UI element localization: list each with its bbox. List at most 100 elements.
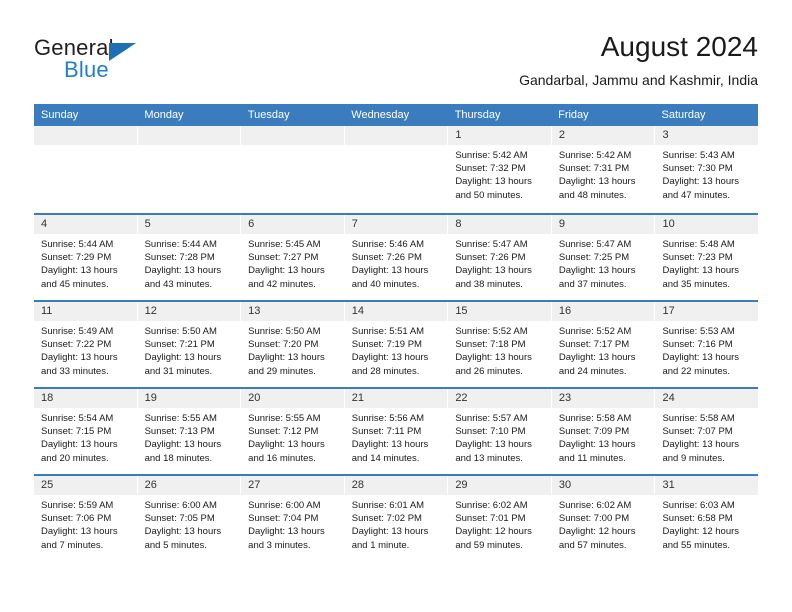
daylight-line-1: Daylight: 13 hours (41, 439, 118, 451)
calendar-day-cell[interactable]: 24 Sunrise: 5:58 AM Sunset: 7:07 PM Dayligh… (655, 389, 759, 474)
sunrise-line: Sunrise: 5:56 AM (351, 413, 425, 424)
day-number: 15 (448, 302, 551, 321)
calendar-day-cell[interactable]: 23 Sunrise: 5:58 AM Sunset: 7:09 PM Dayligh… (551, 389, 656, 474)
calendar-day-cell[interactable]: 18 Sunrise: 5:54 AM Sunset: 7:15 PM Dayligh… (34, 389, 138, 474)
calendar-day-cell[interactable]: 7 Sunrise: 5:46 AM Sunset: 7:26 PM Daylight… (344, 215, 449, 300)
calendar-day-cell[interactable]: 1 Sunrise: 5:42 AM Sunset: 7:32 PM Daylight… (448, 126, 552, 213)
sunset-line: Sunset: 7:15 PM (41, 426, 112, 438)
sunrise-line: Sunrise: 5:45 AM (248, 239, 321, 250)
calendar-day-cell[interactable]: 14 Sunrise: 5:51 AM Sunset: 7:19 PM Dayligh… (344, 302, 449, 387)
sunset-line: Sunset: 7:32 PM (455, 163, 526, 175)
calendar-day-cell[interactable]: 6 Sunrise: 5:45 AM Sunset: 7:27 PM Daylight… (241, 215, 345, 300)
daylight-line-1: Daylight: 13 hours (144, 439, 222, 451)
daylight-line-2: and 24 minutes. (558, 365, 627, 377)
day-number: 3 (655, 126, 759, 145)
calendar-day-cell[interactable]: 13 Sunrise: 5:50 AM Sunset: 7:20 PM Dayligh… (241, 302, 345, 387)
day-number: 16 (551, 302, 655, 321)
day-detail-lines: Sunrise: 5:50 AM Sunset: 7:21 PM Daylight:… (138, 321, 241, 378)
generalblue-logo[interactable]: General Blue (34, 35, 214, 87)
calendar-day-cell[interactable]: 26 Sunrise: 6:00 AM Sunset: 7:05 PM Dayligh… (137, 476, 242, 561)
sunrise-line: Sunrise: 5:51 AM (351, 326, 425, 337)
day-detail-lines (138, 145, 241, 149)
sunrise-line: Sunrise: 5:46 AM (351, 239, 425, 250)
sunrise-line: Sunrise: 5:57 AM (455, 413, 528, 424)
calendar-day-cell[interactable]: 12 Sunrise: 5:50 AM Sunset: 7:21 PM Dayligh… (137, 302, 242, 387)
daylight-line-2: and 57 minutes. (558, 539, 627, 551)
daylight-line-1: Daylight: 13 hours (144, 352, 222, 364)
calendar-day-cell[interactable]: 22 Sunrise: 5:57 AM Sunset: 7:10 PM Dayligh… (448, 389, 552, 474)
sunset-line: Sunset: 7:01 PM (455, 513, 526, 525)
sunset-line: Sunset: 7:21 PM (144, 339, 215, 351)
day-number: 21 (344, 389, 448, 408)
calendar-day-cell[interactable]: 16 Sunrise: 5:52 AM Sunset: 7:17 PM Dayligh… (551, 302, 656, 387)
calendar-day-cell[interactable]: 8 Sunrise: 5:47 AM Sunset: 7:26 PM Daylight… (448, 215, 552, 300)
calendar-day-cell[interactable]: 20 Sunrise: 5:55 AM Sunset: 7:12 PM Dayligh… (241, 389, 345, 474)
day-number: 5 (137, 215, 241, 234)
daylight-line-2: and 38 minutes. (455, 278, 523, 290)
daylight-line-1: Daylight: 13 hours (144, 265, 222, 277)
calendar-day-cell[interactable]: 15 Sunrise: 5:52 AM Sunset: 7:18 PM Dayligh… (448, 302, 552, 387)
calendar-week-row: 18 Sunrise: 5:54 AM Sunset: 7:15 PM Dayligh… (34, 387, 759, 474)
daylight-line-1: Daylight: 13 hours (662, 265, 740, 277)
day-detail-lines: Sunrise: 6:00 AM Sunset: 7:04 PM Daylight:… (241, 495, 344, 552)
calendar-day-cell[interactable]: 9 Sunrise: 5:47 AM Sunset: 7:25 PM Daylight… (551, 215, 656, 300)
sunset-line: Sunset: 7:16 PM (662, 339, 733, 351)
sunset-line: Sunset: 7:06 PM (41, 513, 112, 525)
calendar-day-cell[interactable]: 25 Sunrise: 5:59 AM Sunset: 7:06 PM Dayligh… (34, 476, 138, 561)
calendar-day-cell[interactable]: 10 Sunrise: 5:48 AM Sunset: 7:23 PM Dayligh… (655, 215, 759, 300)
calendar-day-cell[interactable]: 4 Sunrise: 5:44 AM Sunset: 7:29 PM Daylight… (34, 215, 138, 300)
day-detail-lines: Sunrise: 5:45 AM Sunset: 7:27 PM Daylight:… (241, 234, 344, 291)
calendar-day-cell[interactable]: 3 Sunrise: 5:43 AM Sunset: 7:30 PM Daylight… (655, 126, 759, 213)
daylight-line-1: Daylight: 13 hours (351, 265, 429, 277)
day-number: 13 (241, 302, 344, 321)
calendar-day-cell[interactable]: 2 Sunrise: 5:42 AM Sunset: 7:31 PM Daylight… (551, 126, 656, 213)
day-number: 18 (34, 389, 137, 408)
day-number: 30 (551, 476, 655, 495)
daylight-line-2: and 50 minutes. (455, 189, 523, 201)
day-number (137, 126, 241, 145)
daylight-line-2: and 31 minutes. (144, 365, 213, 377)
calendar-day-cell[interactable]: 27 Sunrise: 6:00 AM Sunset: 7:04 PM Dayligh… (241, 476, 345, 561)
sunset-line: Sunset: 7:17 PM (558, 339, 630, 351)
calendar-week-row: 11 Sunrise: 5:49 AM Sunset: 7:22 PM Dayligh… (34, 300, 759, 387)
daylight-line-1: Daylight: 13 hours (662, 439, 740, 451)
calendar-day-cell[interactable]: 5 Sunrise: 5:44 AM Sunset: 7:28 PM Daylight… (137, 215, 242, 300)
daylight-line-1: Daylight: 12 hours (455, 526, 532, 538)
sunrise-line: Sunrise: 5:47 AM (455, 239, 528, 250)
daylight-line-1: Daylight: 13 hours (558, 352, 636, 364)
daylight-line-2: and 55 minutes. (662, 539, 731, 551)
day-detail-lines: Sunrise: 5:43 AM Sunset: 7:30 PM Daylight:… (655, 145, 758, 202)
daylight-line-1: Daylight: 13 hours (662, 176, 740, 188)
calendar-day-cell[interactable]: 19 Sunrise: 5:55 AM Sunset: 7:13 PM Dayligh… (137, 389, 242, 474)
day-detail-lines: Sunrise: 5:52 AM Sunset: 7:18 PM Daylight:… (448, 321, 551, 378)
sunset-line: Sunset: 6:58 PM (662, 513, 733, 525)
calendar-week-row: 25 Sunrise: 5:59 AM Sunset: 7:06 PM Dayligh… (34, 474, 759, 561)
day-detail-lines: Sunrise: 6:02 AM Sunset: 7:00 PM Daylight:… (552, 495, 655, 552)
day-detail-lines: Sunrise: 5:58 AM Sunset: 7:09 PM Daylight:… (552, 408, 655, 465)
calendar-day-cell[interactable]: 17 Sunrise: 5:53 AM Sunset: 7:16 PM Dayligh… (655, 302, 759, 387)
sunset-line: Sunset: 7:07 PM (662, 426, 733, 438)
sunset-line: Sunset: 7:19 PM (351, 339, 422, 351)
day-number: 20 (241, 389, 344, 408)
sunset-line: Sunset: 7:09 PM (558, 426, 630, 438)
calendar-day-cell[interactable]: 21 Sunrise: 5:56 AM Sunset: 7:11 PM Dayligh… (344, 389, 449, 474)
daylight-line-1: Daylight: 13 hours (351, 526, 429, 538)
calendar-day-cell[interactable]: 28 Sunrise: 6:01 AM Sunset: 7:02 PM Dayligh… (344, 476, 449, 561)
sunset-line: Sunset: 7:22 PM (41, 339, 112, 351)
daylight-line-2: and 3 minutes. (248, 539, 311, 551)
day-detail-lines: Sunrise: 5:50 AM Sunset: 7:20 PM Daylight:… (241, 321, 344, 378)
sunrise-line: Sunrise: 5:43 AM (662, 150, 735, 161)
sunrise-line: Sunrise: 5:47 AM (558, 239, 632, 250)
day-detail-lines: Sunrise: 5:58 AM Sunset: 7:07 PM Daylight:… (655, 408, 758, 465)
calendar-day-cell[interactable]: 30 Sunrise: 6:02 AM Sunset: 7:00 PM Dayligh… (551, 476, 656, 561)
calendar-day-cell[interactable]: 29 Sunrise: 6:02 AM Sunset: 7:01 PM Dayligh… (448, 476, 552, 561)
calendar-week-row: 4 Sunrise: 5:44 AM Sunset: 7:29 PM Daylight… (34, 213, 759, 300)
page-title: August 2024 (600, 31, 758, 62)
calendar-day-cell[interactable]: 11 Sunrise: 5:49 AM Sunset: 7:22 PM Dayligh… (34, 302, 138, 387)
day-number: 2 (551, 126, 655, 145)
calendar-day-cell[interactable]: 31 Sunrise: 6:03 AM Sunset: 6:58 PM Dayligh… (655, 476, 759, 561)
daylight-line-2: and 16 minutes. (248, 452, 316, 464)
day-detail-lines: Sunrise: 5:55 AM Sunset: 7:13 PM Daylight:… (138, 408, 241, 465)
daylight-line-2: and 28 minutes. (351, 365, 420, 377)
daylight-line-2: and 13 minutes. (455, 452, 523, 464)
